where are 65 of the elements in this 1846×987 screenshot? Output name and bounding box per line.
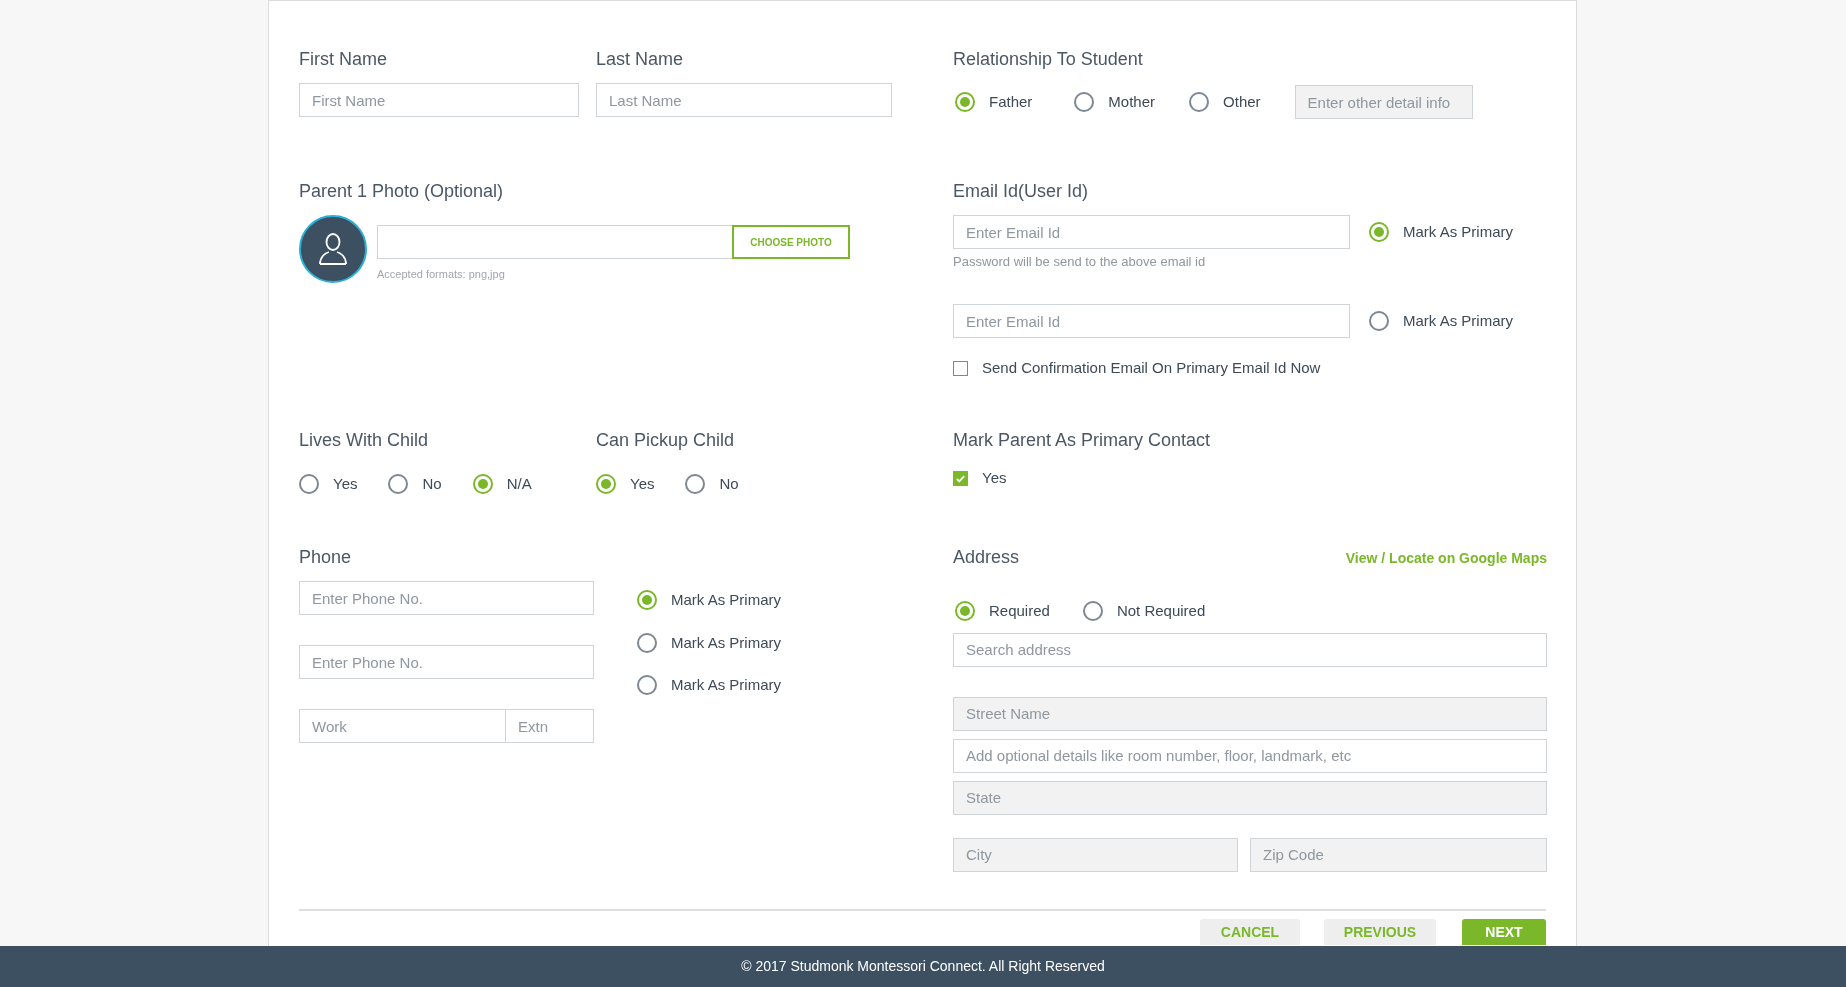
radio-button[interactable] <box>1074 92 1095 112</box>
input-field[interactable] <box>377 225 732 259</box>
checkbox[interactable] <box>953 360 968 376</box>
input-field[interactable]: Enter other detail info <box>1294 85 1473 119</box>
radio-button[interactable] <box>685 474 706 495</box>
choose-photo-button[interactable]: CHOOSE PHOTO <box>732 225 850 259</box>
next-button[interactable]: NEXT <box>1462 919 1546 945</box>
radio-button[interactable] <box>299 474 319 495</box>
radio-label: Mark As Primary <box>1403 221 1513 242</box>
form-button[interactable]: CANCEL <box>1200 919 1300 945</box>
field-label: Email Id(User Id) <box>953 180 1090 203</box>
field-label: Mark Parent As Primary Contact <box>953 429 1211 452</box>
input-field[interactable]: Enter Phone No. <box>299 581 594 615</box>
input-field[interactable]: Enter Email Id <box>953 215 1350 249</box>
radio-button[interactable] <box>1189 92 1210 112</box>
radio-label: Required <box>989 601 1050 621</box>
field-label: Lives With Child <box>299 429 430 452</box>
radio-button[interactable] <box>1369 222 1389 242</box>
checkbox-label: Send Confirmation Email On Primary Email Id Now <box>982 358 1321 378</box>
input-field[interactable]: Extn <box>506 709 594 743</box>
helper-text: Password will be send to the above email id <box>953 253 1207 271</box>
field-label: Relationship To Student <box>953 48 1144 71</box>
checkbox-label: Yes <box>982 468 1007 488</box>
radio-label: Yes <box>630 474 655 494</box>
radio-label: Mark As Primary <box>671 675 781 695</box>
radio-button[interactable] <box>955 92 975 112</box>
radio-label: Mark As Primary <box>671 632 781 653</box>
field-label: First Name <box>299 48 388 71</box>
input-field[interactable]: First Name <box>299 83 579 117</box>
radio-label: Other <box>1223 91 1261 112</box>
input-field[interactable]: Work <box>299 709 506 743</box>
radio-label: Mark As Primary <box>1403 310 1513 331</box>
map-link[interactable]: View / Locate on Google Maps <box>1345 548 1547 569</box>
radio-button[interactable] <box>472 474 493 495</box>
radio-label: Yes <box>333 474 358 494</box>
field-label: Last Name <box>596 48 685 71</box>
radio-button[interactable] <box>596 474 616 495</box>
checkbox[interactable] <box>953 470 968 486</box>
form-button[interactable]: PREVIOUS <box>1324 919 1436 945</box>
input-field[interactable]: Enter Email Id <box>953 304 1350 338</box>
radio-button[interactable] <box>637 590 657 611</box>
radio-button[interactable] <box>1369 311 1389 331</box>
radio-label: No <box>422 474 442 494</box>
input-field[interactable]: Last Name <box>596 83 892 117</box>
radio-label: No <box>719 474 739 494</box>
radio-label: Father <box>989 91 1033 112</box>
radio-button[interactable] <box>637 632 657 653</box>
radio-label: N/A <box>506 474 532 494</box>
footer-text: © 2017 Studmonk Montessori Connect. All Right Reserved <box>741 957 1105 976</box>
field-label: Can Pickup Child <box>596 429 736 452</box>
radio-label: Not Required <box>1116 601 1206 621</box>
hint-text: Accepted formats: png,jpg <box>377 267 506 282</box>
field-label: Parent 1 Photo (Optional) <box>299 180 505 203</box>
radio-label: Mother <box>1108 91 1156 112</box>
radio-button[interactable] <box>955 601 975 622</box>
input-field[interactable]: Enter Phone No. <box>299 645 594 679</box>
input-field[interactable]: Add optional details like room number, floor, landmark, etc <box>953 738 1547 773</box>
field-label: Phone <box>299 546 353 569</box>
radio-button[interactable] <box>637 675 657 696</box>
radio-label: Mark As Primary <box>671 590 781 610</box>
radio-button[interactable] <box>388 474 409 495</box>
user-icon <box>318 232 348 266</box>
field-label: Address <box>953 546 1020 569</box>
radio-button[interactable] <box>1082 601 1103 622</box>
input-field[interactable]: Search address <box>953 632 1547 667</box>
